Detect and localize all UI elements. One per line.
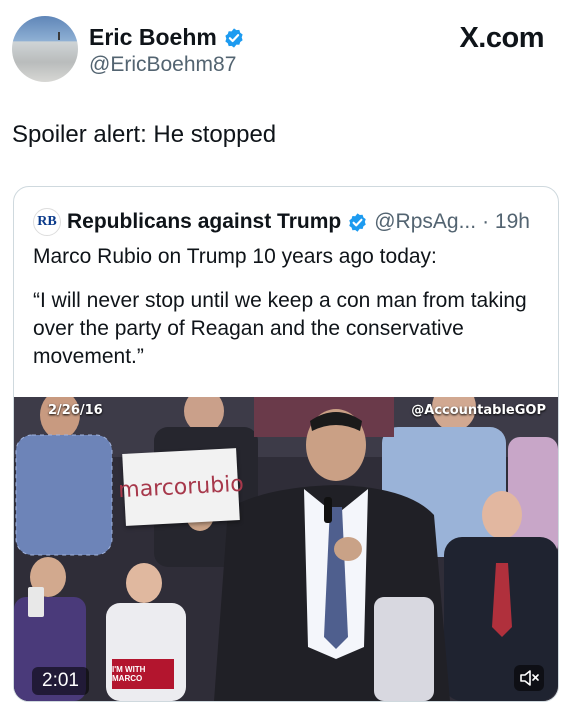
quoted-avatar-text: RB [37,214,57,229]
quoted-author-handle[interactable]: @RpsAg... [374,210,476,234]
campaign-sign: marcorubio [118,448,244,526]
video-duration: 2:01 [32,667,89,695]
video-player[interactable]: marcorubio I'M WITH MARCO 2/26/16 @Accou… [14,397,558,701]
quoted-tweet-header: RB Republicans against Trump @RpsAg... ·… [33,208,530,236]
author-name[interactable]: Eric Boehm [89,24,217,51]
quoted-tweet-body: Marco Rubio on Trump 10 years ago today:… [33,243,533,387]
video-watermark: @AccountableGOP [411,403,546,418]
quoted-intro-text: Marco Rubio on Trump 10 years ago today: [33,245,437,268]
quoted-author-name[interactable]: Republicans against Trump [67,210,341,234]
mute-button[interactable] [514,665,544,691]
brand-logo: X.com [459,22,544,54]
author-handle[interactable]: @EricBoehm87 [89,53,236,77]
video-frame [14,397,558,701]
tweet-text: Spoiler alert: He stopped [12,121,277,148]
quoted-tweet[interactable]: RB Republicans against Trump @RpsAg... ·… [13,186,559,702]
verified-badge-icon [225,27,243,48]
author-name-row: Eric Boehm [89,24,245,51]
small-campaign-sign: I'M WITH MARCO [112,659,174,689]
verified-badge-icon [349,212,366,232]
quoted-avatar[interactable]: RB [33,208,61,236]
video-date-overlay: 2/26/16 [48,403,103,418]
quoted-quote-text: “I will never stop until we keep a con m… [33,289,527,368]
speaker-muted-icon [520,670,539,686]
quoted-timestamp[interactable]: · 19h [482,210,530,234]
avatar[interactable] [12,16,78,82]
